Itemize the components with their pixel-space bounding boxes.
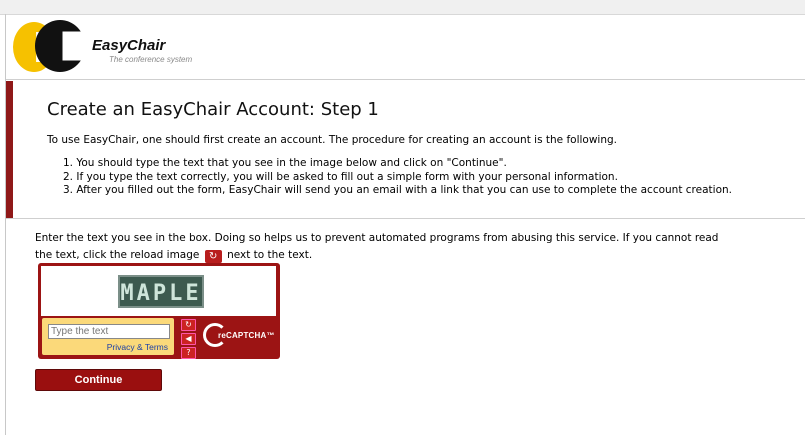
- help-icon[interactable]: ?: [181, 347, 196, 359]
- captcha-instructions: Enter the text you see in the box. Doing…: [35, 230, 725, 264]
- reload-icon: ↻: [204, 250, 222, 263]
- privacy-terms-link[interactable]: Privacy & Terms: [107, 342, 168, 352]
- audio-icon[interactable]: ◀: [181, 333, 196, 345]
- captcha-input-panel: Privacy & Terms: [42, 318, 174, 355]
- steps-list: 1. You should type the text that you see…: [63, 157, 732, 198]
- continue-button[interactable]: Continue: [35, 369, 162, 391]
- divider-top: [6, 79, 805, 80]
- captcha-challenge-text: MAPLE: [118, 275, 204, 308]
- page-title: Create an EasyChair Account: Step 1: [47, 99, 379, 120]
- captcha-input[interactable]: [48, 324, 170, 339]
- section-accent-bar: [6, 81, 13, 218]
- logo-c-shape: [35, 20, 85, 72]
- logo-name: EasyChair: [92, 37, 166, 54]
- divider-bottom: [6, 218, 805, 219]
- step-item: 2. If you type the text correctly, you w…: [63, 170, 618, 183]
- captcha-image: MAPLE: [41, 266, 276, 316]
- instructions-text: Enter the text you see in the box. Doing…: [35, 232, 719, 261]
- logo-tagline: The conference system: [109, 55, 193, 64]
- reload-icon[interactable]: ↻: [181, 319, 196, 331]
- browser-top-strip: [0, 0, 805, 15]
- step-item: 1. You should type the text that you see…: [63, 157, 507, 169]
- recaptcha-logo: reCAPTCHA™: [203, 323, 275, 351]
- easychair-logo[interactable]: EasyChair The conference system: [13, 18, 213, 74]
- captcha-controls: ↻ ◀ ?: [181, 319, 199, 361]
- recaptcha-widget: MAPLE Privacy & Terms ↻ ◀ ? reCAPTCHA™: [38, 263, 280, 359]
- instructions-tail: next to the text.: [227, 249, 313, 261]
- recaptcha-brand: reCAPTCHA™: [218, 331, 275, 340]
- intro-text: To use EasyChair, one should first creat…: [47, 134, 617, 146]
- step-item: 3. After you filled out the form, EasyCh…: [63, 184, 732, 196]
